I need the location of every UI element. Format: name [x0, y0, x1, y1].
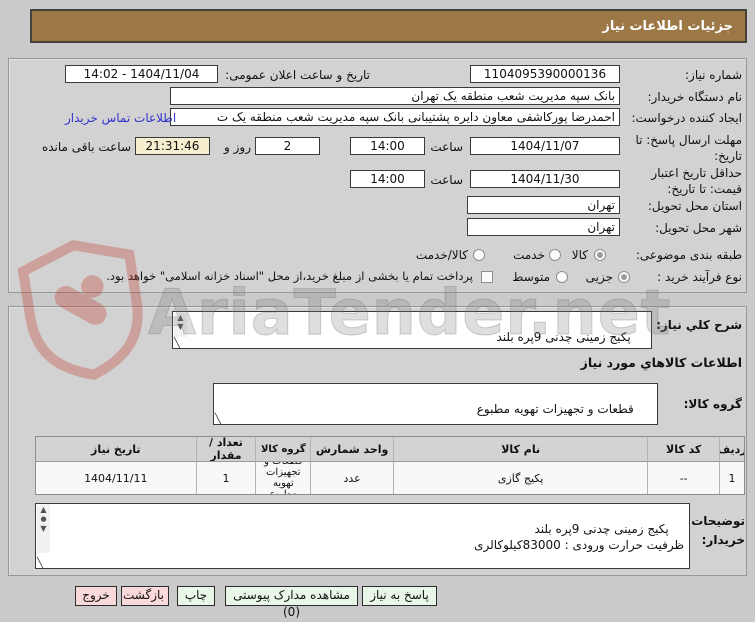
goods-table-header: ردیف کد کالا نام کالا واحد شمارش گروه کا… [36, 437, 744, 462]
goods-section-title: اطلاعات کالاهاي مورد نياز [580, 355, 742, 370]
col-item-group: گروه کالا [255, 437, 311, 462]
buyer-org-label: نام دستگاه خریدار: [647, 90, 743, 104]
province-label: استان محل تحویل: [647, 199, 742, 213]
radio-goods-label: کالا [571, 248, 588, 262]
goods-table: ردیف کد کالا نام کالا واحد شمارش گروه کا… [35, 436, 745, 495]
radio-medium[interactable] [556, 271, 568, 283]
process-label: نوع فرآیند خرید : [657, 270, 742, 284]
need-desc-textarea[interactable]: پکیج زمینی چدنی 9پره بلند ظرفیت حرارت ور… [172, 311, 652, 349]
cell-quantity: 1 [195, 462, 256, 494]
table-row: 1 -- پکیج گازی عدد قطعات و تجهیزات تهویه… [36, 462, 744, 494]
radio-service-label: خدمت [513, 248, 545, 262]
need-desc-label: شرح کلي نياز: [656, 318, 742, 332]
classification-label: طبقه بندی موضوعی: [635, 248, 742, 262]
goods-group-label: گروه کالا: [683, 397, 742, 411]
validity-date-field[interactable]: 1404/11/30 [470, 170, 620, 188]
col-quantity: تعداد / مقدار [195, 437, 256, 462]
resize-grip-icon: ╲ [215, 414, 222, 425]
cell-count-unit: عدد [310, 462, 393, 494]
deadline-hour-label: ساعت [430, 140, 463, 154]
need-no-label: شماره نیاز: [685, 68, 742, 82]
goods-group-text: قطعات و تجهیزات تهویه مطبوع [476, 402, 634, 416]
remaining-time-field: 21:31:46 [135, 137, 210, 155]
buyer-notes-text: پکیج زمینی چدنی 9پره بلند ظرفیت حرارت ور… [474, 522, 684, 552]
need-no-field[interactable]: 1104095390000136 [470, 65, 620, 83]
resize-grip-icon: ╲ [174, 338, 181, 349]
print-button[interactable]: چاپ [177, 586, 215, 606]
radio-goods[interactable] [594, 249, 606, 261]
exit-button[interactable]: خروج [75, 586, 117, 606]
announce-label: تاریخ و ساعت اعلان عمومی: [225, 68, 370, 82]
radio-minor-label: جزیی [585, 270, 613, 284]
validity-time-field[interactable]: 14:00 [350, 170, 425, 188]
announce-field[interactable]: 1404/11/04 - 14:02 [65, 65, 218, 83]
radio-goods-service[interactable] [473, 249, 485, 261]
days-and-label: روز و [224, 140, 251, 154]
need-desc-text: پکیج زمینی چدنی 9پره بلند ظرفیت حرارت ور… [436, 330, 646, 348]
province-field[interactable]: تهران [467, 196, 620, 214]
back-button[interactable]: بازگشت [121, 586, 169, 606]
resize-grip-icon: ╲ [37, 558, 44, 569]
page-title-bar: جزئیات اطلاعات نیاز [30, 9, 747, 43]
respond-button[interactable]: پاسخ به نیاز [362, 586, 437, 606]
city-field[interactable]: تهران [467, 218, 620, 236]
radio-minor[interactable] [618, 271, 630, 283]
creator-label: ایجاد کننده درخواست: [631, 111, 742, 125]
validity-hour-label: ساعت [430, 173, 463, 187]
city-label: شهر محل تحویل: [655, 221, 742, 235]
view-attachments-button[interactable]: مشاهده مدارک پیوستی (0) [225, 586, 358, 619]
col-need-date: تاریخ نیاز [36, 437, 196, 462]
cell-item-group: قطعات و تجهیزات تهویه مطبوع [255, 462, 311, 494]
validity-label: حداقل تاریخ اعتبار قیمت: تا تاریخ: [651, 166, 742, 197]
cell-row-no: 1 [719, 462, 744, 494]
deadline-label: مهلت ارسال پاسخ: تا تاریخ: [635, 133, 742, 164]
need-details-page: جزئیات اطلاعات نیاز شماره نیاز: 11040953… [0, 0, 755, 622]
radio-service[interactable] [549, 249, 561, 261]
creator-field[interactable]: احمدرضا پورکاشفی معاون دایره پشتیبانی با… [170, 108, 620, 126]
deadline-date-field[interactable]: 1404/11/07 [470, 137, 620, 155]
vertical-scrollbar[interactable]: ▲ ● ▼ [37, 505, 50, 553]
cell-item-code: -- [647, 462, 720, 494]
cell-need-date: 1404/11/11 [36, 462, 196, 494]
buyer-notes-label: توضیحات خریدار: [691, 514, 745, 548]
col-count-unit: واحد شمارش [310, 437, 393, 462]
remaining-hours-label: ساعت باقی مانده [41, 140, 131, 154]
treasury-payment-checkbox[interactable] [481, 271, 493, 283]
cell-item-name: پکیج گازی [393, 462, 648, 494]
col-item-name: نام کالا [393, 437, 648, 462]
page-title: جزئیات اطلاعات نیاز [602, 18, 733, 34]
remaining-days-field[interactable]: 2 [255, 137, 320, 155]
radio-medium-label: متوسط [512, 270, 550, 284]
col-item-code: کد کالا [647, 437, 720, 462]
buyer-org-field[interactable]: بانک سپه مدیریت شعب منطقه یک تهران [170, 87, 620, 105]
col-row-no: ردیف [719, 437, 744, 462]
deadline-time-field[interactable]: 14:00 [350, 137, 425, 155]
radio-goods-service-label: کالا/خدمت [415, 248, 468, 262]
treasury-payment-note: پرداخت تمام یا بخشی از مبلغ خرید،از محل … [106, 269, 473, 283]
spinner-scrollbar[interactable]: ▲ ▼ [174, 313, 187, 337]
buyer-contact-link[interactable]: اطلاعات تماس خریدار [65, 110, 176, 126]
buyer-notes-textarea[interactable]: پکیج زمینی چدنی 9پره بلند ظرفیت حرارت ور… [35, 503, 690, 569]
goods-group-box[interactable]: قطعات و تجهیزات تهویه مطبوع ╲ [213, 383, 658, 425]
